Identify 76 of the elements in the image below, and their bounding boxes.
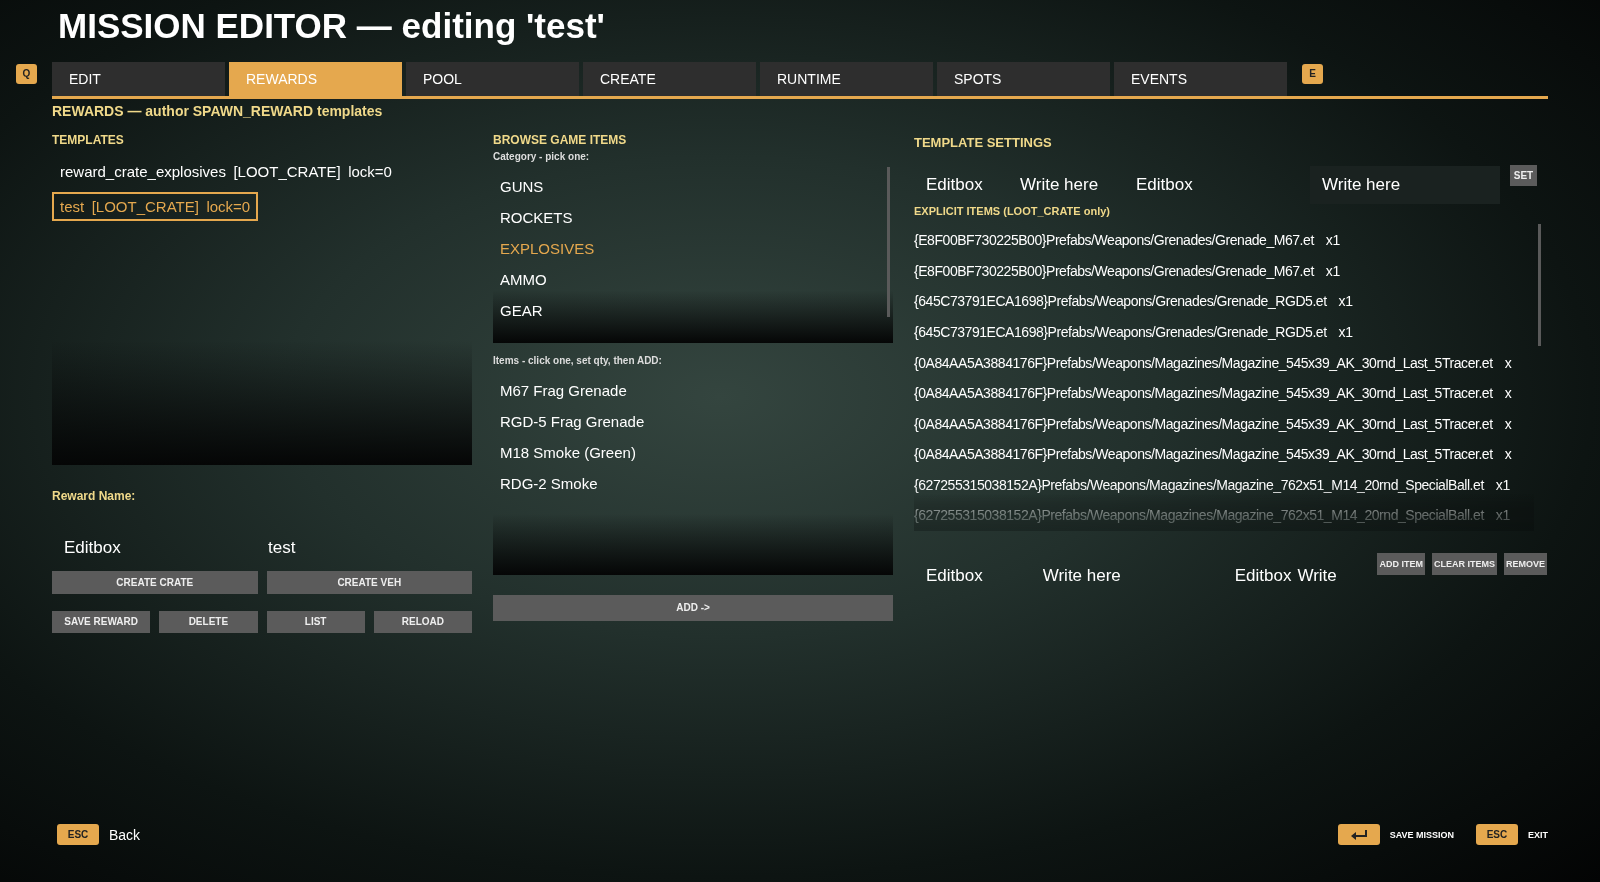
editbox-label: Editbox: [925, 174, 984, 195]
editbox-label: Editbox: [925, 564, 983, 586]
game-item[interactable]: RDG-2 Smoke: [493, 467, 605, 499]
item-quantity: x: [1504, 415, 1512, 432]
key-hint[interactable]: ESC: [57, 824, 99, 846]
tab[interactable]: EVENTS: [1114, 61, 1287, 96]
item-quantity: x1: [1495, 507, 1510, 524]
item-quantity: x1: [1495, 476, 1510, 493]
action-label: SAVE MISSION: [1389, 829, 1454, 840]
item-path[interactable]: {645C73791ECA1698}Prefabs/Weapons/Grenades/Grenade_RGD5.et: [914, 293, 1327, 310]
template-item[interactable]: test [LOOT_CRATE] lock=0: [52, 191, 259, 221]
key-hint[interactable]: Q: [16, 63, 37, 84]
page-heading: REWARDS — author SPAWN_REWARD templates: [52, 102, 384, 121]
editbox-label: Editbox: [1135, 174, 1194, 195]
create-button[interactable]: CREATE CRATE: [52, 570, 258, 594]
enter-key-icon[interactable]: [1337, 824, 1380, 846]
text-field[interactable]: Write: [1297, 552, 1348, 586]
text-field[interactable]: Write here: [1020, 174, 1124, 195]
window-title: MISSION EDITOR — editing 'test': [57, 5, 606, 47]
item-quantity: x1: [1325, 232, 1340, 249]
editbox-label: Editbox: [63, 537, 122, 558]
tab[interactable]: EDIT: [52, 61, 225, 96]
text-field[interactable]: Write here: [1042, 552, 1193, 586]
tab[interactable]: SPOTS: [937, 61, 1110, 96]
action-button[interactable]: RELOAD: [373, 610, 472, 633]
item-quantity: x: [1504, 385, 1512, 402]
category-item[interactable]: ROCKETS: [493, 201, 580, 233]
category-item[interactable]: EXPLOSIVES: [493, 232, 602, 264]
item-path[interactable]: {E8F00BF730225B00}Prefabs/Weapons/Grenades/Grenade_M67.et: [914, 262, 1314, 279]
key-hint[interactable]: E: [1302, 63, 1323, 84]
hint-text: Category - pick one:: [493, 150, 591, 164]
hint-text: Items - click one, set qty, then ADD:: [493, 354, 663, 368]
item-path[interactable]: {645C73791ECA1698}Prefabs/Weapons/Grenades/Grenade_RGD5.et: [914, 323, 1327, 340]
create-button[interactable]: CREATE VEH: [266, 570, 472, 594]
scrollbar[interactable]: [887, 166, 890, 317]
game-item[interactable]: M67 Frag Grenade: [493, 374, 634, 406]
template-item[interactable]: reward_crate_explosives [LOOT_CRATE] lock=0: [52, 156, 400, 186]
text-field[interactable]: Write here: [1310, 165, 1500, 204]
section-heading: TEMPLATES: [52, 132, 125, 149]
tab[interactable]: CREATE: [583, 61, 756, 96]
section-heading: EXPLICIT ITEMS (LOOT_CRATE only): [914, 204, 1111, 219]
action-button[interactable]: SAVE REWARD: [52, 610, 151, 633]
section-heading: BROWSE GAME ITEMS: [493, 132, 628, 149]
tab[interactable]: POOL: [406, 61, 579, 96]
category-item[interactable]: GEAR: [493, 294, 550, 326]
tab[interactable]: RUNTIME: [760, 61, 933, 96]
action-label: Back: [109, 826, 141, 843]
category-item[interactable]: GUNS: [493, 170, 551, 202]
item-quantity: x1: [1338, 323, 1353, 340]
action-label: EXIT: [1528, 829, 1548, 840]
action-button[interactable]: LIST: [266, 610, 365, 633]
item-quantity: x: [1504, 354, 1512, 371]
item-path[interactable]: {0A84AA5A3884176F}Prefabs/Weapons/Magazines/Magazine_545x39_AK_30rnd_Last_5Tracer.et: [914, 446, 1493, 463]
action-button[interactable]: DELETE: [159, 610, 258, 633]
item-path[interactable]: {627255315038152A}Prefabs/Weapons/Magazines/Magazine_762x51_M14_20rnd_SpecialBall.et: [914, 476, 1484, 493]
section-heading: TEMPLATE SETTINGS: [914, 134, 1053, 152]
field-label: Reward Name:: [52, 488, 137, 505]
item-quantity: x1: [1325, 262, 1340, 279]
item-quantity: x: [1504, 446, 1512, 463]
item-path[interactable]: {E8F00BF730225B00}Prefabs/Weapons/Grenades/Grenade_M67.et: [914, 232, 1314, 249]
item-path[interactable]: {0A84AA5A3884176F}Prefabs/Weapons/Magazines/Magazine_545x39_AK_30rnd_Last_5Tracer.et: [914, 385, 1493, 402]
item-quantity: x1: [1338, 293, 1353, 310]
add-button[interactable]: ADD ->: [493, 594, 893, 621]
scrollbar[interactable]: [1538, 223, 1541, 346]
item-button[interactable]: ADD ITEM: [1377, 552, 1425, 575]
item-button[interactable]: CLEAR ITEMS: [1431, 552, 1497, 575]
item-path[interactable]: {0A84AA5A3884176F}Prefabs/Weapons/Magazines/Magazine_545x39_AK_30rnd_Last_5Tracer.et: [914, 354, 1493, 371]
game-item[interactable]: RGD-5 Frag Grenade: [493, 405, 652, 437]
category-item[interactable]: AMMO: [493, 263, 554, 295]
item-button[interactable]: REMOVE: [1504, 552, 1547, 575]
key-hint[interactable]: ESC: [1476, 824, 1518, 846]
game-item[interactable]: M18 Smoke (Green): [493, 436, 643, 468]
set-button[interactable]: SET: [1510, 164, 1537, 186]
item-path[interactable]: {0A84AA5A3884176F}Prefabs/Weapons/Magazines/Magazine_545x39_AK_30rnd_Last_5Tracer.et: [914, 415, 1493, 432]
editbox-label: Editbox: [1233, 564, 1292, 586]
reward-name-field[interactable]: test: [262, 537, 462, 558]
